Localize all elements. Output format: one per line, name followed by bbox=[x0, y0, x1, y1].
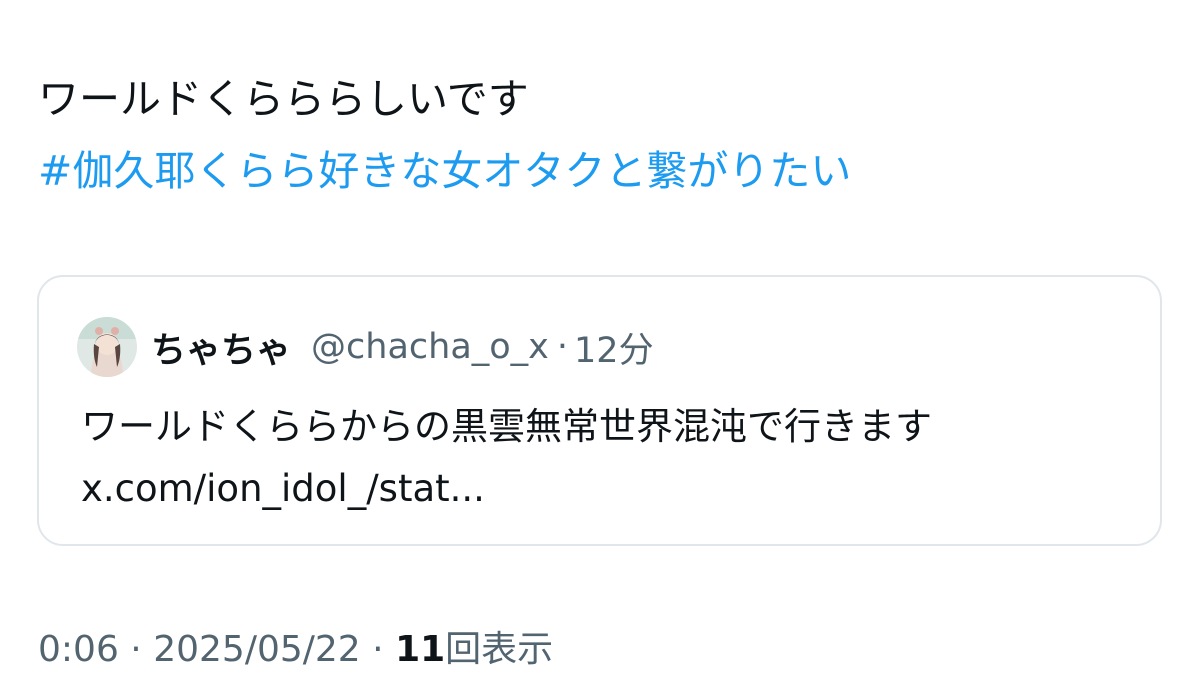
quoted-post-time[interactable]: 12分 bbox=[574, 322, 654, 373]
post-date[interactable]: 2025/05/22 bbox=[153, 629, 361, 670]
post-text: ワールドくらららしいです bbox=[38, 75, 529, 123]
avatar[interactable] bbox=[77, 317, 137, 377]
hashtag-link[interactable]: #伽久耶くらら好きな女オタクと繋がりたい bbox=[38, 138, 851, 204]
post-meta: 0:06 · 2025/05/22 · 11回表示 bbox=[38, 620, 553, 680]
views-label: 回表示 bbox=[445, 629, 554, 670]
post-time[interactable]: 0:06 bbox=[38, 629, 119, 670]
separator-dot: · bbox=[556, 327, 569, 367]
separator-dot: · bbox=[372, 629, 384, 670]
views-count: 11 bbox=[395, 629, 446, 670]
separator-dot: · bbox=[130, 629, 142, 670]
quoted-post-text: ワールドくららからの黒雲無常世界混沌で行きます bbox=[81, 405, 932, 448]
post: ワールドくらららしいです #伽久耶くらら好きな女オタクと繋がりたい ちゃちゃ @… bbox=[0, 0, 1200, 696]
quoted-post-card[interactable]: ちゃちゃ @chacha_o_x · 12分 ワールドくららからの黒雲無常世界混… bbox=[37, 275, 1162, 546]
quoted-author-name[interactable]: ちゃちゃ bbox=[151, 322, 291, 373]
quoted-post-link[interactable]: x.com/ion_idol_/stat... bbox=[81, 459, 485, 519]
quoted-post-header: ちゃちゃ @chacha_o_x · 12分 bbox=[77, 315, 654, 379]
quoted-author-handle[interactable]: @chacha_o_x bbox=[311, 327, 549, 367]
